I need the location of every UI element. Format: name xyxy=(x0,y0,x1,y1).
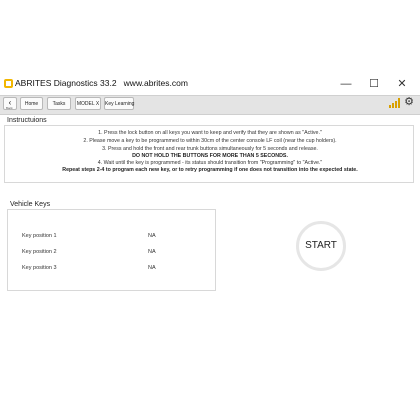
key-position-status: NA xyxy=(148,249,156,255)
instruction-line: 3. Press and hold the front and rear tru… xyxy=(102,146,318,152)
key-position-status: NA xyxy=(148,265,156,271)
key-learning-button[interactable]: Key Learning xyxy=(104,97,134,110)
key-position-label: Key position 2 xyxy=(22,249,57,255)
gear-icon[interactable]: ⚙ xyxy=(403,96,415,108)
key-position-status: NA xyxy=(148,233,156,239)
instruction-line: 1. Press the lock button on all keys you… xyxy=(98,130,322,136)
close-button[interactable]: ✕ xyxy=(394,76,410,92)
signal-strength-icon xyxy=(389,98,401,108)
start-button[interactable]: START xyxy=(296,221,346,271)
maximize-button[interactable]: ☐ xyxy=(366,76,382,92)
instructions-title: Instructuions xyxy=(7,117,47,124)
app-url: www.abrites.com xyxy=(123,78,188,88)
vehicle-keys-title: Vehicle Keys xyxy=(10,201,51,208)
minimize-button[interactable]: — xyxy=(338,76,354,92)
model-button[interactable]: MODEL X xyxy=(75,97,101,110)
tasks-button[interactable]: Tasks xyxy=(47,97,71,110)
home-button[interactable]: Home xyxy=(20,97,43,110)
instruction-warning: DO NOT HOLD THE BUTTONS FOR MORE THAN 5 … xyxy=(132,153,288,159)
instruction-line: 4. Wait until the key is programmed - it… xyxy=(97,160,323,166)
instruction-line: 2. Please move a key to be programmed to… xyxy=(83,138,337,144)
abrites-logo-icon xyxy=(4,79,13,88)
key-position-label: Key position 1 xyxy=(22,233,57,239)
app-name: ABRITES Diagnostics 33.2 xyxy=(15,78,117,88)
key-position-label: Key position 3 xyxy=(22,265,57,271)
app-title: ABRITES Diagnostics 33.2 www.abrites.com xyxy=(15,78,188,88)
instruction-repeat: Repeat steps 2-4 to program each new key… xyxy=(62,167,358,173)
back-button-label: Back xyxy=(6,106,13,110)
